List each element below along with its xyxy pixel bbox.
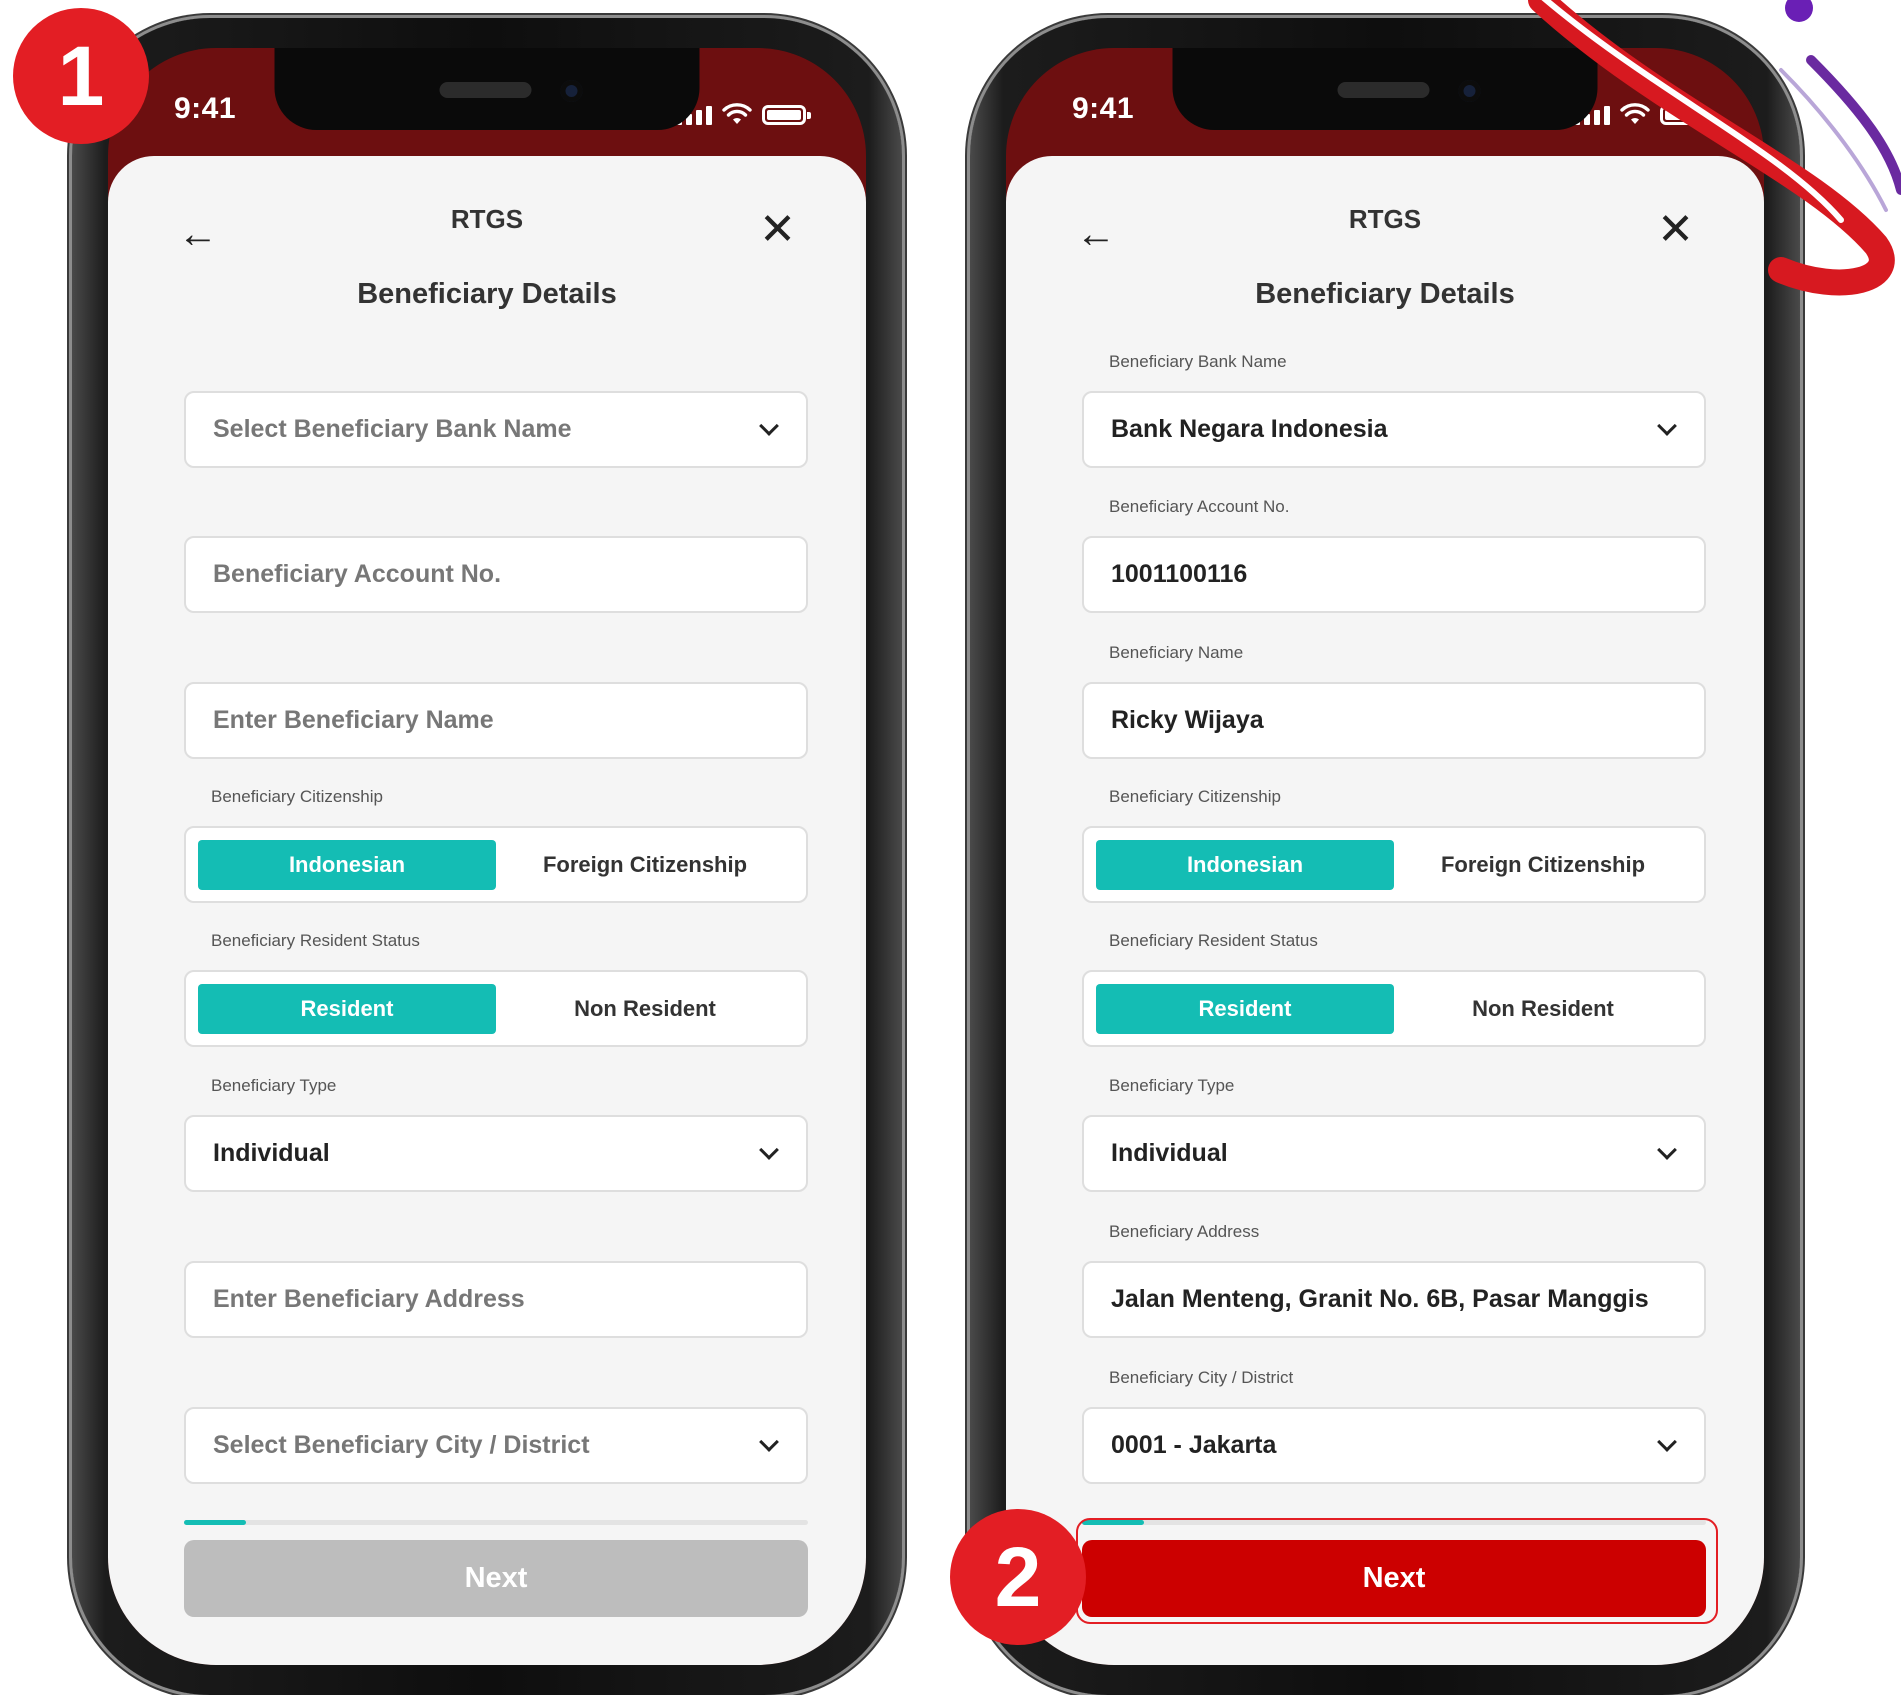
bank-name-dropdown[interactable]: Bank Negara Indonesia xyxy=(1082,391,1706,468)
account-number-input[interactable]: 1001100116 xyxy=(1082,536,1706,613)
account-number-value: 1001100116 xyxy=(1111,560,1248,588)
speaker-grille xyxy=(439,82,532,98)
front-camera xyxy=(560,80,583,102)
resident-status-label: Beneficiary Resident Status xyxy=(1109,931,1318,950)
chevron-down-icon xyxy=(759,1431,779,1452)
bank-name-placeholder: Select Beneficiary Bank Name xyxy=(213,415,572,443)
chevron-down-icon xyxy=(1657,1431,1677,1452)
phone-mockup-1: 9:41 ← RTGS ✕ Beneficiary Details Select… xyxy=(68,18,906,1695)
citizenship-option-foreign[interactable]: Foreign Citizenship xyxy=(496,840,794,890)
city-district-value: 0001 - Jakarta xyxy=(1111,1431,1277,1459)
notch xyxy=(274,48,700,130)
wifi-icon xyxy=(722,103,752,124)
beneficiary-name-input[interactable]: Ricky Wijaya xyxy=(1082,682,1706,759)
city-district-label: Beneficiary City / District xyxy=(1109,1368,1294,1387)
chevron-down-icon xyxy=(1657,415,1677,436)
step-badge-1: 1 xyxy=(13,8,149,144)
status-time: 9:41 xyxy=(1072,92,1135,125)
beneficiary-address-input[interactable]: Jalan Menteng, Granit No. 6B, Pasar Mang… xyxy=(1082,1261,1706,1338)
bank-name-dropdown[interactable]: Select Beneficiary Bank Name xyxy=(184,391,808,468)
beneficiary-address-label: Beneficiary Address xyxy=(1109,1222,1260,1241)
close-icon[interactable]: ✕ xyxy=(759,208,796,252)
city-district-dropdown[interactable]: Select Beneficiary City / District xyxy=(184,1407,808,1484)
city-district-dropdown[interactable]: 0001 - Jakarta xyxy=(1082,1407,1706,1484)
status-time: 9:41 xyxy=(174,92,237,125)
resident-option-resident[interactable]: Resident xyxy=(1096,983,1394,1034)
page-title: RTGS xyxy=(450,204,524,234)
form-progress-bar xyxy=(184,1520,808,1525)
form-card: ← RTGS ✕ Beneficiary Details Select Bene… xyxy=(108,156,866,1665)
resident-option-non-resident[interactable]: Non Resident xyxy=(496,984,794,1034)
citizenship-option-indonesian[interactable]: Indonesian xyxy=(1096,839,1394,890)
beneficiary-type-dropdown[interactable]: Individual xyxy=(184,1115,808,1192)
brand-swoosh-decoration xyxy=(1528,0,1901,296)
speaker-grille xyxy=(1337,82,1430,98)
beneficiary-type-value: Individual xyxy=(213,1139,330,1167)
citizenship-option-indonesian[interactable]: Indonesian xyxy=(198,839,496,890)
next-button[interactable]: Next xyxy=(184,1540,808,1617)
form-card: ← RTGS ✕ Beneficiary Details Beneficiary… xyxy=(1006,156,1764,1665)
step-badge-2: 2 xyxy=(950,1509,1086,1645)
section-title: Beneficiary Details xyxy=(357,278,617,310)
citizenship-toggle: Indonesian Foreign Citizenship xyxy=(184,826,808,903)
chevron-down-icon xyxy=(759,415,779,436)
resident-status-label: Beneficiary Resident Status xyxy=(211,931,420,950)
status-icons xyxy=(676,103,811,125)
front-camera xyxy=(1458,80,1481,102)
chevron-down-icon xyxy=(759,1139,779,1160)
beneficiary-address-placeholder: Enter Beneficiary Address xyxy=(213,1285,525,1313)
citizenship-label: Beneficiary Citizenship xyxy=(1109,787,1281,806)
resident-option-resident[interactable]: Resident xyxy=(198,983,496,1034)
beneficiary-address-value: Jalan Menteng, Granit No. 6B, Pasar Mang… xyxy=(1111,1285,1649,1313)
citizenship-label: Beneficiary Citizenship xyxy=(211,787,383,806)
resident-option-non-resident[interactable]: Non Resident xyxy=(1394,984,1692,1034)
bank-name-value: Bank Negara Indonesia xyxy=(1111,415,1388,443)
beneficiary-type-dropdown[interactable]: Individual xyxy=(1082,1115,1706,1192)
account-number-placeholder: Beneficiary Account No. xyxy=(213,560,502,588)
citizenship-toggle: Indonesian Foreign Citizenship xyxy=(1082,826,1706,903)
account-number-label: Beneficiary Account No. xyxy=(1109,497,1290,516)
resident-status-toggle: Resident Non Resident xyxy=(184,970,808,1047)
beneficiary-type-label: Beneficiary Type xyxy=(211,1076,337,1095)
bank-name-label: Beneficiary Bank Name xyxy=(1109,352,1287,371)
beneficiary-type-label: Beneficiary Type xyxy=(1109,1076,1235,1095)
beneficiary-type-value: Individual xyxy=(1111,1139,1228,1167)
beneficiary-name-input[interactable]: Enter Beneficiary Name xyxy=(184,682,808,759)
phone-screen: 9:41 ← RTGS ✕ Beneficiary Details Select… xyxy=(108,48,866,1665)
city-district-placeholder: Select Beneficiary City / District xyxy=(213,1431,590,1459)
beneficiary-name-placeholder: Enter Beneficiary Name xyxy=(213,706,494,734)
beneficiary-address-input[interactable]: Enter Beneficiary Address xyxy=(184,1261,808,1338)
account-number-input[interactable]: Beneficiary Account No. xyxy=(184,536,808,613)
citizenship-option-foreign[interactable]: Foreign Citizenship xyxy=(1394,840,1692,890)
beneficiary-name-value: Ricky Wijaya xyxy=(1111,706,1264,734)
battery-icon xyxy=(762,105,811,125)
chevron-down-icon xyxy=(1657,1139,1677,1160)
resident-status-toggle: Resident Non Resident xyxy=(1082,970,1706,1047)
beneficiary-name-label: Beneficiary Name xyxy=(1109,643,1244,662)
next-button-highlight xyxy=(1076,1518,1718,1624)
progress-fill xyxy=(184,1520,247,1525)
